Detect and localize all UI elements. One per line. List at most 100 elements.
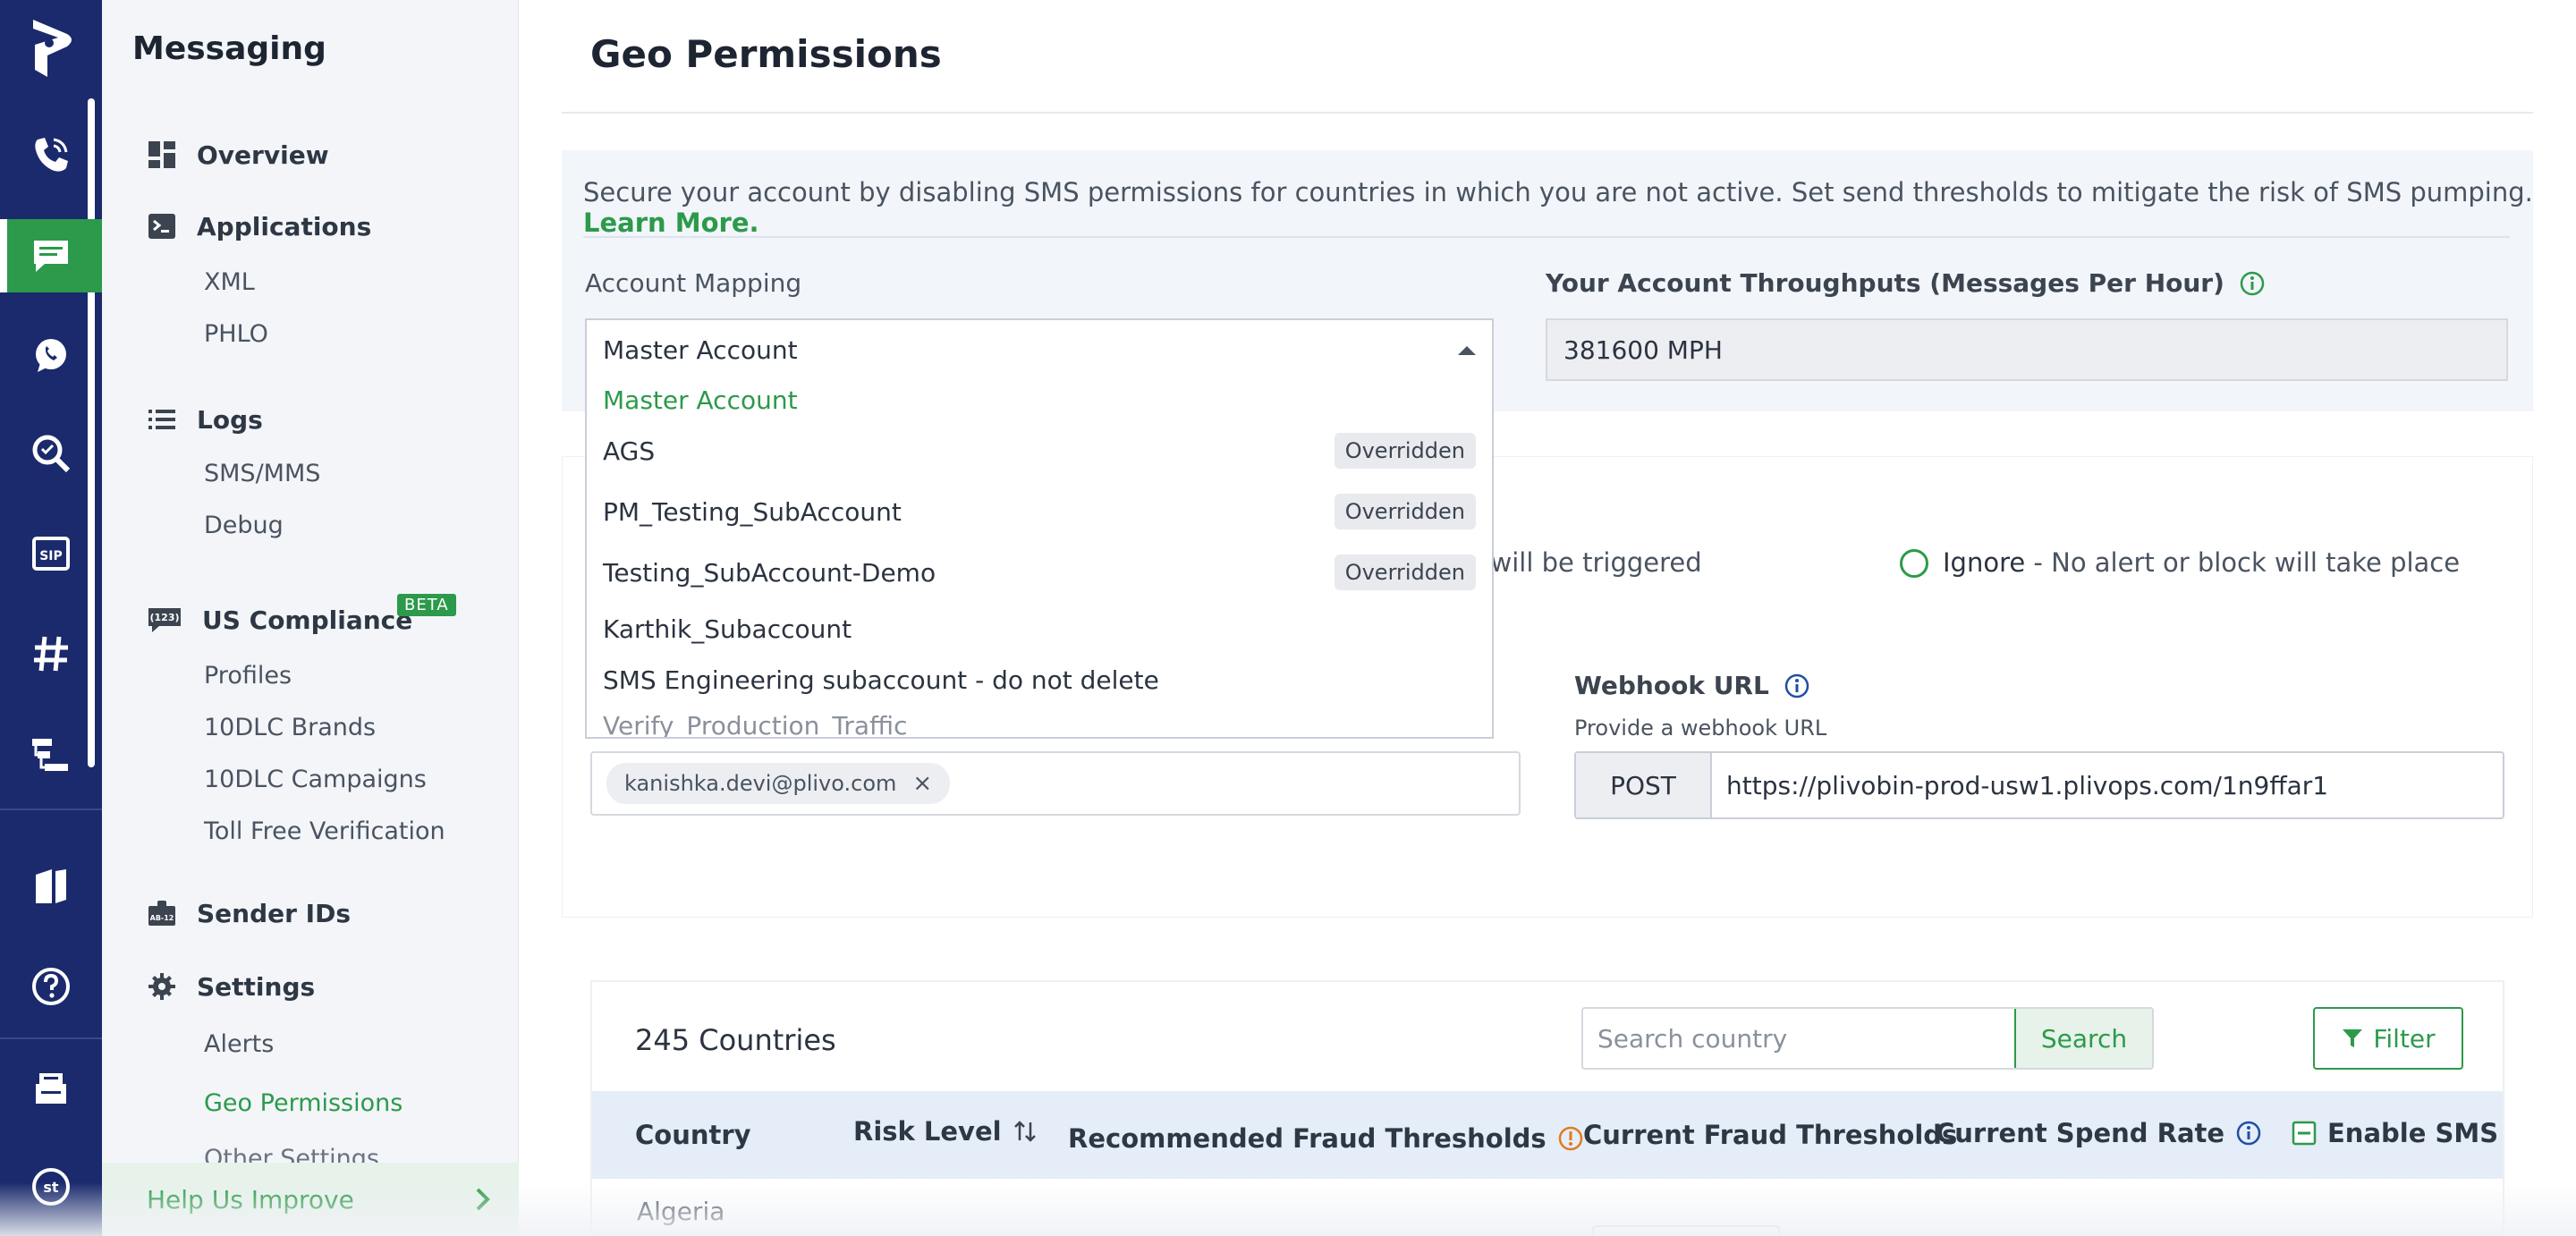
search-button[interactable]: Search [2014, 1009, 2152, 1068]
alert-email-field[interactable]: kanishka.devi@plivo.com × [590, 751, 1521, 816]
throughput-field: 381600 MPH [1546, 318, 2508, 381]
alert-option-label: rt will be triggered [1462, 547, 1702, 578]
id-card-icon: AB-12 [147, 898, 177, 928]
docs-icon[interactable] [0, 850, 102, 923]
dropdown-option-label: Master Account [603, 385, 798, 415]
sidebar-item-label: US Compliance [202, 605, 412, 635]
dropdown-option-karthik[interactable]: Karthik_Subaccount [587, 603, 1492, 655]
gear-icon [147, 971, 177, 1002]
account-dropdown-menu: Master Account AGS Overridden PM_Testing… [585, 379, 1494, 739]
voice-icon[interactable] [0, 118, 102, 191]
webhook-method-select[interactable]: POST [1576, 753, 1712, 817]
sidebar-item-settings[interactable]: Settings [147, 971, 315, 1002]
help-icon[interactable] [0, 950, 102, 1023]
sidebar-item-applications[interactable]: Applications [147, 211, 371, 241]
sidebar-item-geo-permissions[interactable]: Geo Permissions [204, 1089, 402, 1117]
title-divider [562, 112, 2533, 114]
hierarchy-icon[interactable] [0, 717, 102, 791]
dropdown-option-master-account[interactable]: Master Account [587, 379, 1492, 420]
ignore-option[interactable]: Ignore - No alert or block will take pla… [1943, 547, 2460, 578]
sidebar-item-us-compliance[interactable]: (123) US Compliance [147, 605, 412, 635]
column-country: Country [635, 1120, 751, 1150]
account-mapping-select[interactable]: Master Account [585, 318, 1494, 381]
email-chip: kanishka.devi@plivo.com × [606, 763, 950, 804]
column-enable-sms[interactable]: Enable SMS [2292, 1118, 2498, 1148]
filter-button[interactable]: Filter [2313, 1007, 2463, 1070]
sidebar-item-sms-mms[interactable]: SMS/MMS [204, 460, 320, 487]
whatsapp-icon[interactable] [0, 318, 102, 392]
icon-rail: SIP st [0, 0, 102, 1236]
webhook-label: Webhook URL [1574, 671, 1769, 700]
sidebar-item-alerts[interactable]: Alerts [204, 1030, 274, 1058]
webhook-hint: Provide a webhook URL [1574, 715, 1826, 741]
sidebar-item-debug[interactable]: Debug [204, 512, 284, 539]
sidebar-item-label: Overview [197, 140, 329, 170]
sidebar-item-phlo[interactable]: PHLO [204, 320, 268, 348]
webhook-label-row: Webhook URL [1574, 671, 1810, 700]
messaging-icon[interactable] [0, 219, 102, 292]
sidebar-item-overview[interactable]: Overview [147, 140, 329, 170]
remove-chip-icon[interactable]: × [912, 770, 932, 797]
help-us-improve-button[interactable]: Help Us Improve [102, 1163, 519, 1236]
sidebar-item-label: Sender IDs [197, 899, 351, 928]
compliance-icon: (123) [147, 605, 182, 635]
sidebar-item-label: Settings [197, 972, 315, 1002]
dropdown-option-pm-testing[interactable]: PM_Testing_SubAccount Overridden [587, 481, 1492, 542]
info-icon[interactable] [1784, 673, 1810, 699]
dropdown-option-label: PM_Testing_SubAccount [603, 497, 902, 527]
throughput-label-row: Your Account Throughputs (Messages Per H… [1546, 268, 2266, 298]
billing-icon[interactable] [0, 1052, 102, 1125]
lookup-icon[interactable] [0, 417, 102, 490]
svg-text:(123): (123) [149, 612, 179, 623]
countries-count: 245 Countries [635, 1023, 836, 1057]
webhook-input[interactable]: POST https://plivobin-prod-usw1.plivops.… [1574, 751, 2504, 819]
account-icon[interactable]: st [0, 1150, 102, 1223]
chevron-right-icon [474, 1186, 492, 1213]
column-current-thresholds: Current Fraud Thresholds [1583, 1120, 1957, 1150]
sort-icon[interactable] [1013, 1119, 1038, 1144]
dropdown-option-label: Testing_SubAccount-Demo [603, 558, 936, 588]
table-header: Country Risk Level Recommended Fraud Thr… [592, 1091, 2503, 1179]
search-input[interactable] [1583, 1009, 2014, 1068]
sidebar-item-sender-ids[interactable]: AB-12 Sender IDs [147, 898, 351, 928]
checkbox-indeterminate-icon[interactable] [2292, 1121, 2317, 1146]
numbers-icon[interactable] [0, 617, 102, 690]
countries-panel: 245 Countries Search Filter Country Risk… [590, 980, 2504, 1236]
filter-label: Filter [2373, 1024, 2435, 1054]
throughput-label: Your Account Throughputs (Messages Per H… [1546, 268, 2224, 298]
dropdown-option-verify-production[interactable]: Verify_Production_Traffic [587, 705, 1492, 739]
column-risk-level[interactable]: Risk Level [853, 1116, 1038, 1147]
sidebar-item-toll-free[interactable]: Toll Free Verification [204, 817, 445, 845]
rail-divider [0, 1037, 102, 1039]
plivo-logo-icon[interactable] [24, 18, 78, 79]
chevron-up-icon [1458, 346, 1476, 355]
sidebar-title: Messaging [132, 30, 326, 67]
dashboard-icon [147, 140, 177, 170]
info-icon[interactable] [2239, 270, 2266, 297]
sip-icon[interactable]: SIP [0, 517, 102, 590]
overridden-badge: Overridden [1335, 433, 1476, 469]
ignore-label: Ignore [1943, 547, 2025, 578]
dropdown-option-label: AGS [603, 436, 655, 466]
sidebar-item-other-settings[interactable]: Other Settings [204, 1145, 379, 1164]
dropdown-option-label: Karthik_Subaccount [603, 614, 852, 644]
sidebar-item-logs[interactable]: Logs [147, 404, 263, 435]
table-row-country: Algeria [637, 1197, 724, 1226]
sidebar-item-10dlc-campaigns[interactable]: 10DLC Campaigns [204, 766, 427, 793]
dropdown-option-sms-engineering[interactable]: SMS Engineering subaccount - do not dele… [587, 655, 1492, 705]
webhook-url-value[interactable]: https://plivobin-prod-usw1.plivops.com/1… [1712, 753, 2328, 817]
column-recommended: Recommended Fraud Thresholds [1068, 1123, 1584, 1154]
list-icon [147, 404, 177, 435]
sidebar-item-xml[interactable]: XML [204, 268, 255, 296]
info-icon[interactable] [2235, 1120, 2262, 1147]
ignore-radio[interactable] [1900, 549, 1928, 578]
warning-info-icon[interactable] [1557, 1125, 1584, 1152]
dropdown-option-testing-demo[interactable]: Testing_SubAccount-Demo Overridden [587, 542, 1492, 603]
threshold-input[interactable] [1592, 1225, 1780, 1236]
sidebar: Messaging Overview Applications XML PHLO… [102, 0, 519, 1236]
dropdown-option-ags[interactable]: AGS Overridden [587, 420, 1492, 481]
sidebar-item-profiles[interactable]: Profiles [204, 662, 292, 690]
sidebar-item-10dlc-brands[interactable]: 10DLC Brands [204, 714, 376, 741]
learn-more-link[interactable]: Learn More. [583, 207, 759, 238]
terminal-icon [147, 211, 177, 241]
